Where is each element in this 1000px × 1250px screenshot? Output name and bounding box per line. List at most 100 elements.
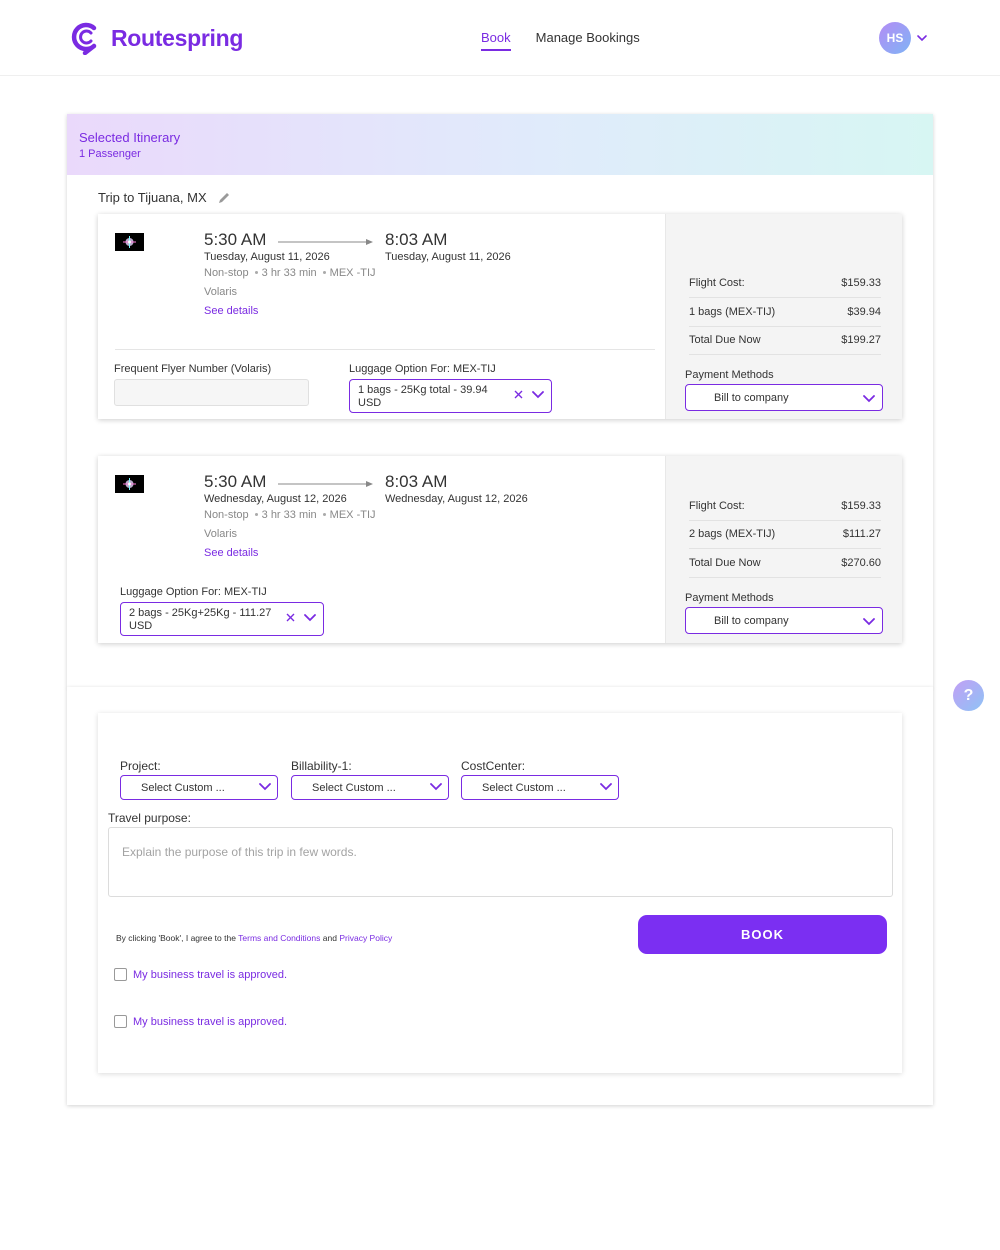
payment-method-select[interactable]: Bill to company	[685, 384, 883, 411]
price-row-total: Total Due Now $270.60	[689, 549, 881, 578]
price-amount: $270.60	[841, 557, 881, 569]
project-select[interactable]: Select Custom ...	[120, 775, 278, 800]
luggage-select-value: 1 bags - 25Kg total - 39.94 USD	[358, 384, 488, 409]
luggage-select[interactable]: 2 bags - 25Kg+25Kg - 111.27 USD	[120, 602, 324, 636]
billability-select[interactable]: Select Custom ...	[291, 775, 449, 800]
chevron-down-icon[interactable]	[915, 31, 929, 45]
help-button[interactable]: ?	[953, 680, 984, 711]
price-label: Flight Cost:	[689, 277, 745, 289]
separator-dot	[322, 271, 326, 274]
price-label: Flight Cost:	[689, 500, 745, 512]
approval-label: My business travel is approved.	[133, 1015, 288, 1028]
luggage-select[interactable]: 1 bags - 25Kg total - 39.94 USD	[349, 379, 552, 413]
frequent-flyer-input[interactable]	[114, 379, 309, 406]
itinerary-card: Selected Itinerary 1 Passenger Trip to T…	[67, 114, 933, 688]
luggage-select-value: 2 bags - 25Kg+25Kg - 111.27 USD	[129, 607, 272, 632]
chevron-down-icon[interactable]	[532, 391, 544, 399]
payment-methods-label: Payment Methods	[685, 369, 774, 381]
airline-name: Volaris	[204, 286, 238, 298]
project-label: Project:	[120, 759, 161, 773]
flight-card-2: 5:30 AM 8:03 AM Wednesday, August 12, 20…	[98, 456, 902, 643]
see-details-link[interactable]: See details	[204, 305, 258, 317]
chevron-down-icon[interactable]	[863, 395, 875, 403]
booking-form: Project: Select Custom ... Billability-1…	[98, 713, 902, 1073]
price-row-flight-cost: Flight Cost: $159.33	[689, 269, 881, 298]
approval-checkbox-row-1[interactable]: My business travel is approved.	[114, 968, 287, 981]
airline-logo	[115, 475, 144, 493]
price-amount: $159.33	[841, 277, 881, 289]
price-label: Total Due Now	[689, 334, 761, 346]
divider	[115, 349, 655, 350]
travel-purpose-label: Travel purpose:	[108, 811, 191, 825]
depart-date: Wednesday, August 12, 2026	[204, 493, 347, 505]
chevron-down-icon[interactable]	[259, 783, 271, 791]
flight-duration: 3 hr 33 min	[261, 509, 317, 521]
cost-center-select[interactable]: Select Custom ...	[461, 775, 619, 800]
airline-logo-icon	[123, 236, 136, 248]
user-avatar[interactable]: HS	[879, 22, 911, 54]
chevron-down-icon[interactable]	[430, 783, 442, 791]
arrive-date: Tuesday, August 11, 2026	[385, 251, 511, 263]
nav-manage-bookings[interactable]: Manage Bookings	[536, 30, 640, 51]
payment-method-select[interactable]: Bill to company	[685, 607, 883, 634]
main-nav: Book Manage Bookings	[481, 30, 640, 51]
cost-center-select-value: Select Custom ...	[482, 782, 566, 794]
price-panel: Flight Cost: $159.33 1 bags (MEX-TIJ) $3…	[665, 214, 902, 419]
top-header: Routespring Book Manage Bookings HS	[0, 0, 1000, 76]
clear-x-icon[interactable]	[286, 613, 295, 622]
payment-method-value: Bill to company	[714, 615, 789, 627]
chevron-down-icon[interactable]	[304, 614, 316, 622]
approval-checkbox[interactable]	[114, 968, 127, 981]
price-row-bags: 2 bags (MEX-TIJ) $111.27	[689, 520, 881, 549]
flight-stops: Non-stop	[204, 509, 249, 521]
book-button[interactable]: BOOK	[638, 915, 887, 954]
arrive-time: 8:03 AM	[385, 230, 448, 249]
price-amount: $39.94	[847, 306, 881, 318]
billability-label: Billability-1:	[291, 759, 352, 773]
price-amount: $159.33	[841, 500, 881, 512]
depart-time: 5:30 AM	[204, 230, 267, 249]
brand-name: Routespring	[111, 24, 244, 51]
itinerary-header: Selected Itinerary 1 Passenger	[67, 114, 933, 175]
booking-card: Project: Select Custom ... Billability-1…	[67, 687, 933, 1105]
arrow-right-icon	[278, 481, 373, 487]
clear-x-icon[interactable]	[514, 390, 523, 399]
flight-meta: Non-stop 3 hr 33 min MEX -TIJ	[204, 267, 376, 279]
project-select-value: Select Custom ...	[141, 782, 225, 794]
edit-pencil-icon[interactable]	[217, 191, 231, 205]
see-details-link[interactable]: See details	[204, 547, 258, 559]
price-label: Total Due Now	[689, 557, 761, 569]
approval-checkbox-row-2[interactable]: My business travel is approved.	[114, 1015, 287, 1028]
airline-logo	[115, 233, 144, 251]
depart-time: 5:30 AM	[204, 472, 267, 491]
chevron-down-icon[interactable]	[863, 618, 875, 626]
airline-name: Volaris	[204, 528, 238, 540]
brand-logo[interactable]: Routespring	[69, 21, 243, 55]
flight-duration: 3 hr 33 min	[261, 267, 317, 279]
payment-method-value: Bill to company	[714, 392, 789, 404]
airline-logo-icon	[123, 478, 136, 490]
price-amount: $199.27	[841, 334, 881, 346]
price-row-flight-cost: Flight Cost: $159.33	[689, 492, 881, 521]
itinerary-title: Selected Itinerary	[79, 130, 181, 145]
flight-route: MEX -TIJ	[329, 509, 376, 521]
trip-title: Trip to Tijuana, MX	[98, 190, 231, 205]
luggage-option-label: Luggage Option For: MEX-TIJ	[349, 363, 496, 375]
price-amount: $111.27	[842, 528, 881, 540]
chevron-down-icon[interactable]	[600, 783, 612, 791]
approval-checkbox[interactable]	[114, 1015, 127, 1028]
separator-dot	[254, 271, 258, 274]
price-row-bags: 1 bags (MEX-TIJ) $39.94	[689, 298, 881, 327]
price-row-total: Total Due Now $199.27	[689, 326, 881, 355]
luggage-option-label: Luggage Option For: MEX-TIJ	[120, 586, 267, 598]
arrow-right-icon	[278, 239, 373, 245]
nav-book[interactable]: Book	[481, 30, 511, 51]
privacy-policy-link[interactable]: Privacy Policy	[339, 933, 392, 943]
depart-date: Tuesday, August 11, 2026	[204, 251, 330, 263]
flight-meta: Non-stop 3 hr 33 min MEX -TIJ	[204, 509, 376, 521]
terms-and-conditions-link[interactable]: Terms and Conditions	[238, 933, 320, 943]
approval-label: My business travel is approved.	[133, 968, 288, 981]
trip-title-text: Trip to Tijuana, MX	[98, 190, 207, 205]
travel-purpose-input[interactable]	[108, 827, 893, 897]
price-panel: Flight Cost: $159.33 2 bags (MEX-TIJ) $1…	[665, 456, 902, 643]
